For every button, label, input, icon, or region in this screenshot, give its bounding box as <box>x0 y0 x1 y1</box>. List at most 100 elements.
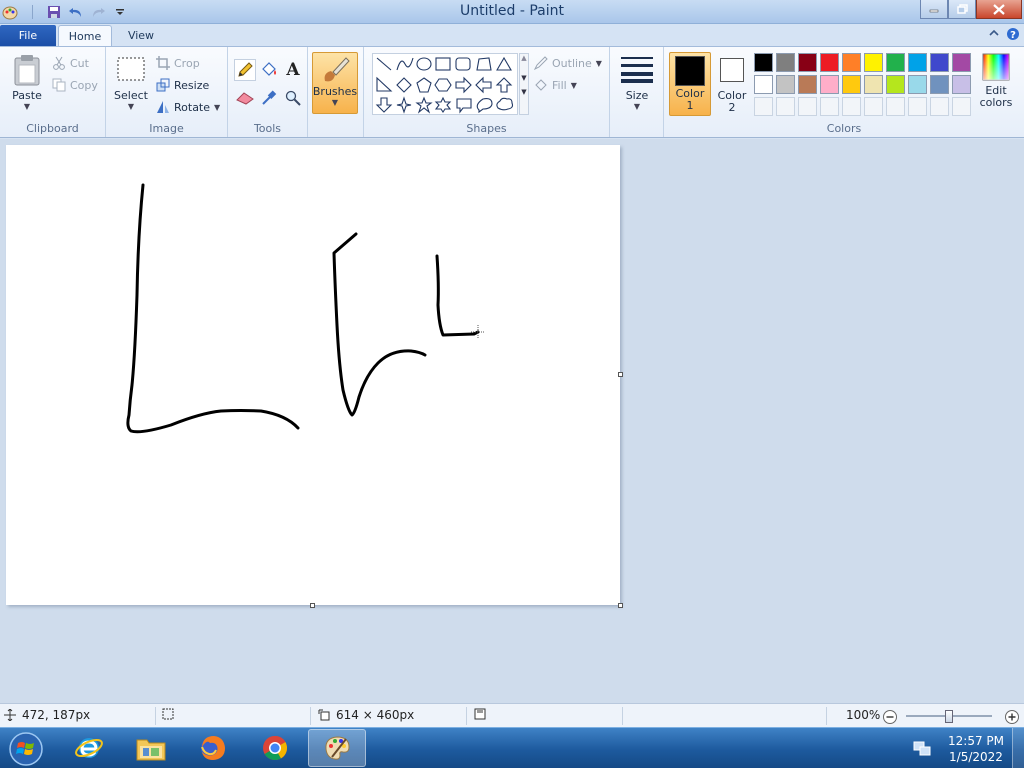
custom-color-slot[interactable] <box>864 97 883 116</box>
paste-button[interactable]: Paste ▼ <box>8 53 46 111</box>
outline-button[interactable]: Outline ▼ <box>534 53 602 73</box>
custom-color-slot[interactable] <box>798 97 817 116</box>
custom-color-slot[interactable] <box>754 97 773 116</box>
brushes-button[interactable]: Brushes ▼ <box>312 52 358 114</box>
palette-swatch[interactable] <box>798 75 817 94</box>
select-button[interactable]: Select ▼ <box>114 55 148 111</box>
cut-button[interactable]: Cut <box>52 53 89 73</box>
tab-home[interactable]: Home <box>58 25 112 46</box>
zoom-slider-thumb[interactable] <box>945 710 953 723</box>
taskbar-paint[interactable] <box>308 729 366 767</box>
drawing-canvas[interactable] <box>6 145 620 605</box>
size-button[interactable]: Size ▼ <box>618 55 656 111</box>
network-icon[interactable] <box>912 740 932 758</box>
palette-swatch[interactable] <box>864 75 883 94</box>
palette-swatch[interactable] <box>930 53 949 72</box>
pentagon-shape-icon[interactable] <box>416 77 432 93</box>
text-tool[interactable]: A <box>282 59 304 81</box>
polygon-shape-icon[interactable] <box>476 57 492 71</box>
palette-swatch[interactable] <box>864 53 883 72</box>
rounded-rectangle-shape-icon[interactable] <box>455 57 471 71</box>
fill-tool[interactable] <box>258 59 280 81</box>
custom-color-slot[interactable] <box>842 97 861 116</box>
palette-swatch[interactable] <box>776 53 795 72</box>
eraser-tool[interactable] <box>234 87 256 109</box>
fill-button[interactable]: Fill ▼ <box>534 75 577 95</box>
pencil-tool[interactable] <box>234 59 256 81</box>
scroll-down-icon[interactable]: ▼ <box>520 74 528 82</box>
taskbar-file-explorer[interactable] <box>122 729 180 767</box>
palette-swatch[interactable] <box>820 75 839 94</box>
expand-gallery-icon[interactable]: ▼ <box>520 88 528 96</box>
crop-button[interactable]: Crop <box>156 53 200 73</box>
rectangle-shape-icon[interactable] <box>435 57 451 71</box>
rotate-button[interactable]: Rotate ▼ <box>156 97 220 117</box>
rounded-callout-shape-icon[interactable] <box>456 98 472 114</box>
palette-swatch[interactable] <box>908 53 927 72</box>
tab-view[interactable]: View <box>116 25 166 46</box>
edit-colors-button[interactable]: Edit colors <box>976 53 1016 109</box>
palette-swatch[interactable] <box>842 75 861 94</box>
six-point-star-shape-icon[interactable] <box>434 96 452 113</box>
hexagon-shape-icon[interactable] <box>434 78 452 92</box>
palette-swatch[interactable] <box>952 75 971 94</box>
taskbar-internet-explorer[interactable] <box>60 729 118 767</box>
custom-color-slot[interactable] <box>886 97 905 116</box>
palette-swatch[interactable] <box>842 53 861 72</box>
oval-shape-icon[interactable] <box>416 57 432 71</box>
line-shape-icon[interactable] <box>376 57 392 71</box>
palette-swatch[interactable] <box>930 75 949 94</box>
custom-color-slot[interactable] <box>820 97 839 116</box>
palette-swatch[interactable] <box>754 75 773 94</box>
resize-handle-corner[interactable] <box>618 603 623 608</box>
minimize-button[interactable] <box>920 0 948 19</box>
resize-button[interactable]: Resize <box>156 75 209 95</box>
palette-swatch[interactable] <box>886 75 905 94</box>
color1-button[interactable]: Color 1 <box>669 52 711 116</box>
color2-button[interactable]: Color 2 <box>714 55 750 114</box>
palette-swatch[interactable] <box>886 53 905 72</box>
zoom-slider[interactable] <box>906 710 992 723</box>
color-picker-tool[interactable] <box>258 87 280 109</box>
taskbar-chrome[interactable] <box>246 729 304 767</box>
resize-handle-right[interactable] <box>618 372 623 377</box>
tab-file[interactable]: File <box>0 25 56 46</box>
custom-color-slot[interactable] <box>952 97 971 116</box>
down-arrow-shape-icon[interactable] <box>375 97 393 113</box>
custom-color-slot[interactable] <box>908 97 927 116</box>
palette-swatch[interactable] <box>952 53 971 72</box>
taskbar-firefox[interactable] <box>184 729 242 767</box>
palette-swatch[interactable] <box>754 53 773 72</box>
palette-swatch[interactable] <box>776 75 795 94</box>
curve-shape-icon[interactable] <box>396 57 414 71</box>
diamond-shape-icon[interactable] <box>396 77 412 93</box>
palette-swatch[interactable] <box>908 75 927 94</box>
palette-swatch[interactable] <box>798 53 817 72</box>
collapse-ribbon-icon[interactable] <box>988 27 1000 39</box>
custom-color-slot[interactable] <box>930 97 949 116</box>
right-triangle-shape-icon[interactable] <box>376 76 393 92</box>
system-clock[interactable]: 12:57 PM 1/5/2022 <box>940 733 1012 765</box>
zoom-in-icon[interactable] <box>1004 709 1020 725</box>
close-button[interactable] <box>976 0 1022 19</box>
four-point-star-shape-icon[interactable] <box>396 96 412 114</box>
start-button[interactable] <box>4 729 48 768</box>
left-arrow-shape-icon[interactable] <box>475 76 492 94</box>
cloud-callout-shape-icon[interactable] <box>496 97 514 111</box>
copy-button[interactable]: Copy <box>52 75 98 95</box>
resize-handle-bottom[interactable] <box>310 603 315 608</box>
five-point-star-shape-icon[interactable] <box>415 96 433 114</box>
shapes-scroll[interactable]: ▲ ▼ ▼ <box>519 53 529 115</box>
zoom-out-icon[interactable] <box>882 709 898 725</box>
restore-button[interactable] <box>948 0 976 19</box>
right-arrow-shape-icon[interactable] <box>455 76 472 94</box>
show-desktop-button[interactable] <box>1012 728 1024 768</box>
oval-callout-shape-icon[interactable] <box>476 98 493 114</box>
magnifier-tool[interactable] <box>282 87 304 109</box>
help-icon[interactable]: ? <box>1006 27 1020 41</box>
up-arrow-shape-icon[interactable] <box>495 77 513 93</box>
triangle-shape-icon[interactable] <box>496 56 512 71</box>
palette-swatch[interactable] <box>820 53 839 72</box>
scroll-up-icon[interactable]: ▲ <box>520 54 528 62</box>
custom-color-slot[interactable] <box>776 97 795 116</box>
